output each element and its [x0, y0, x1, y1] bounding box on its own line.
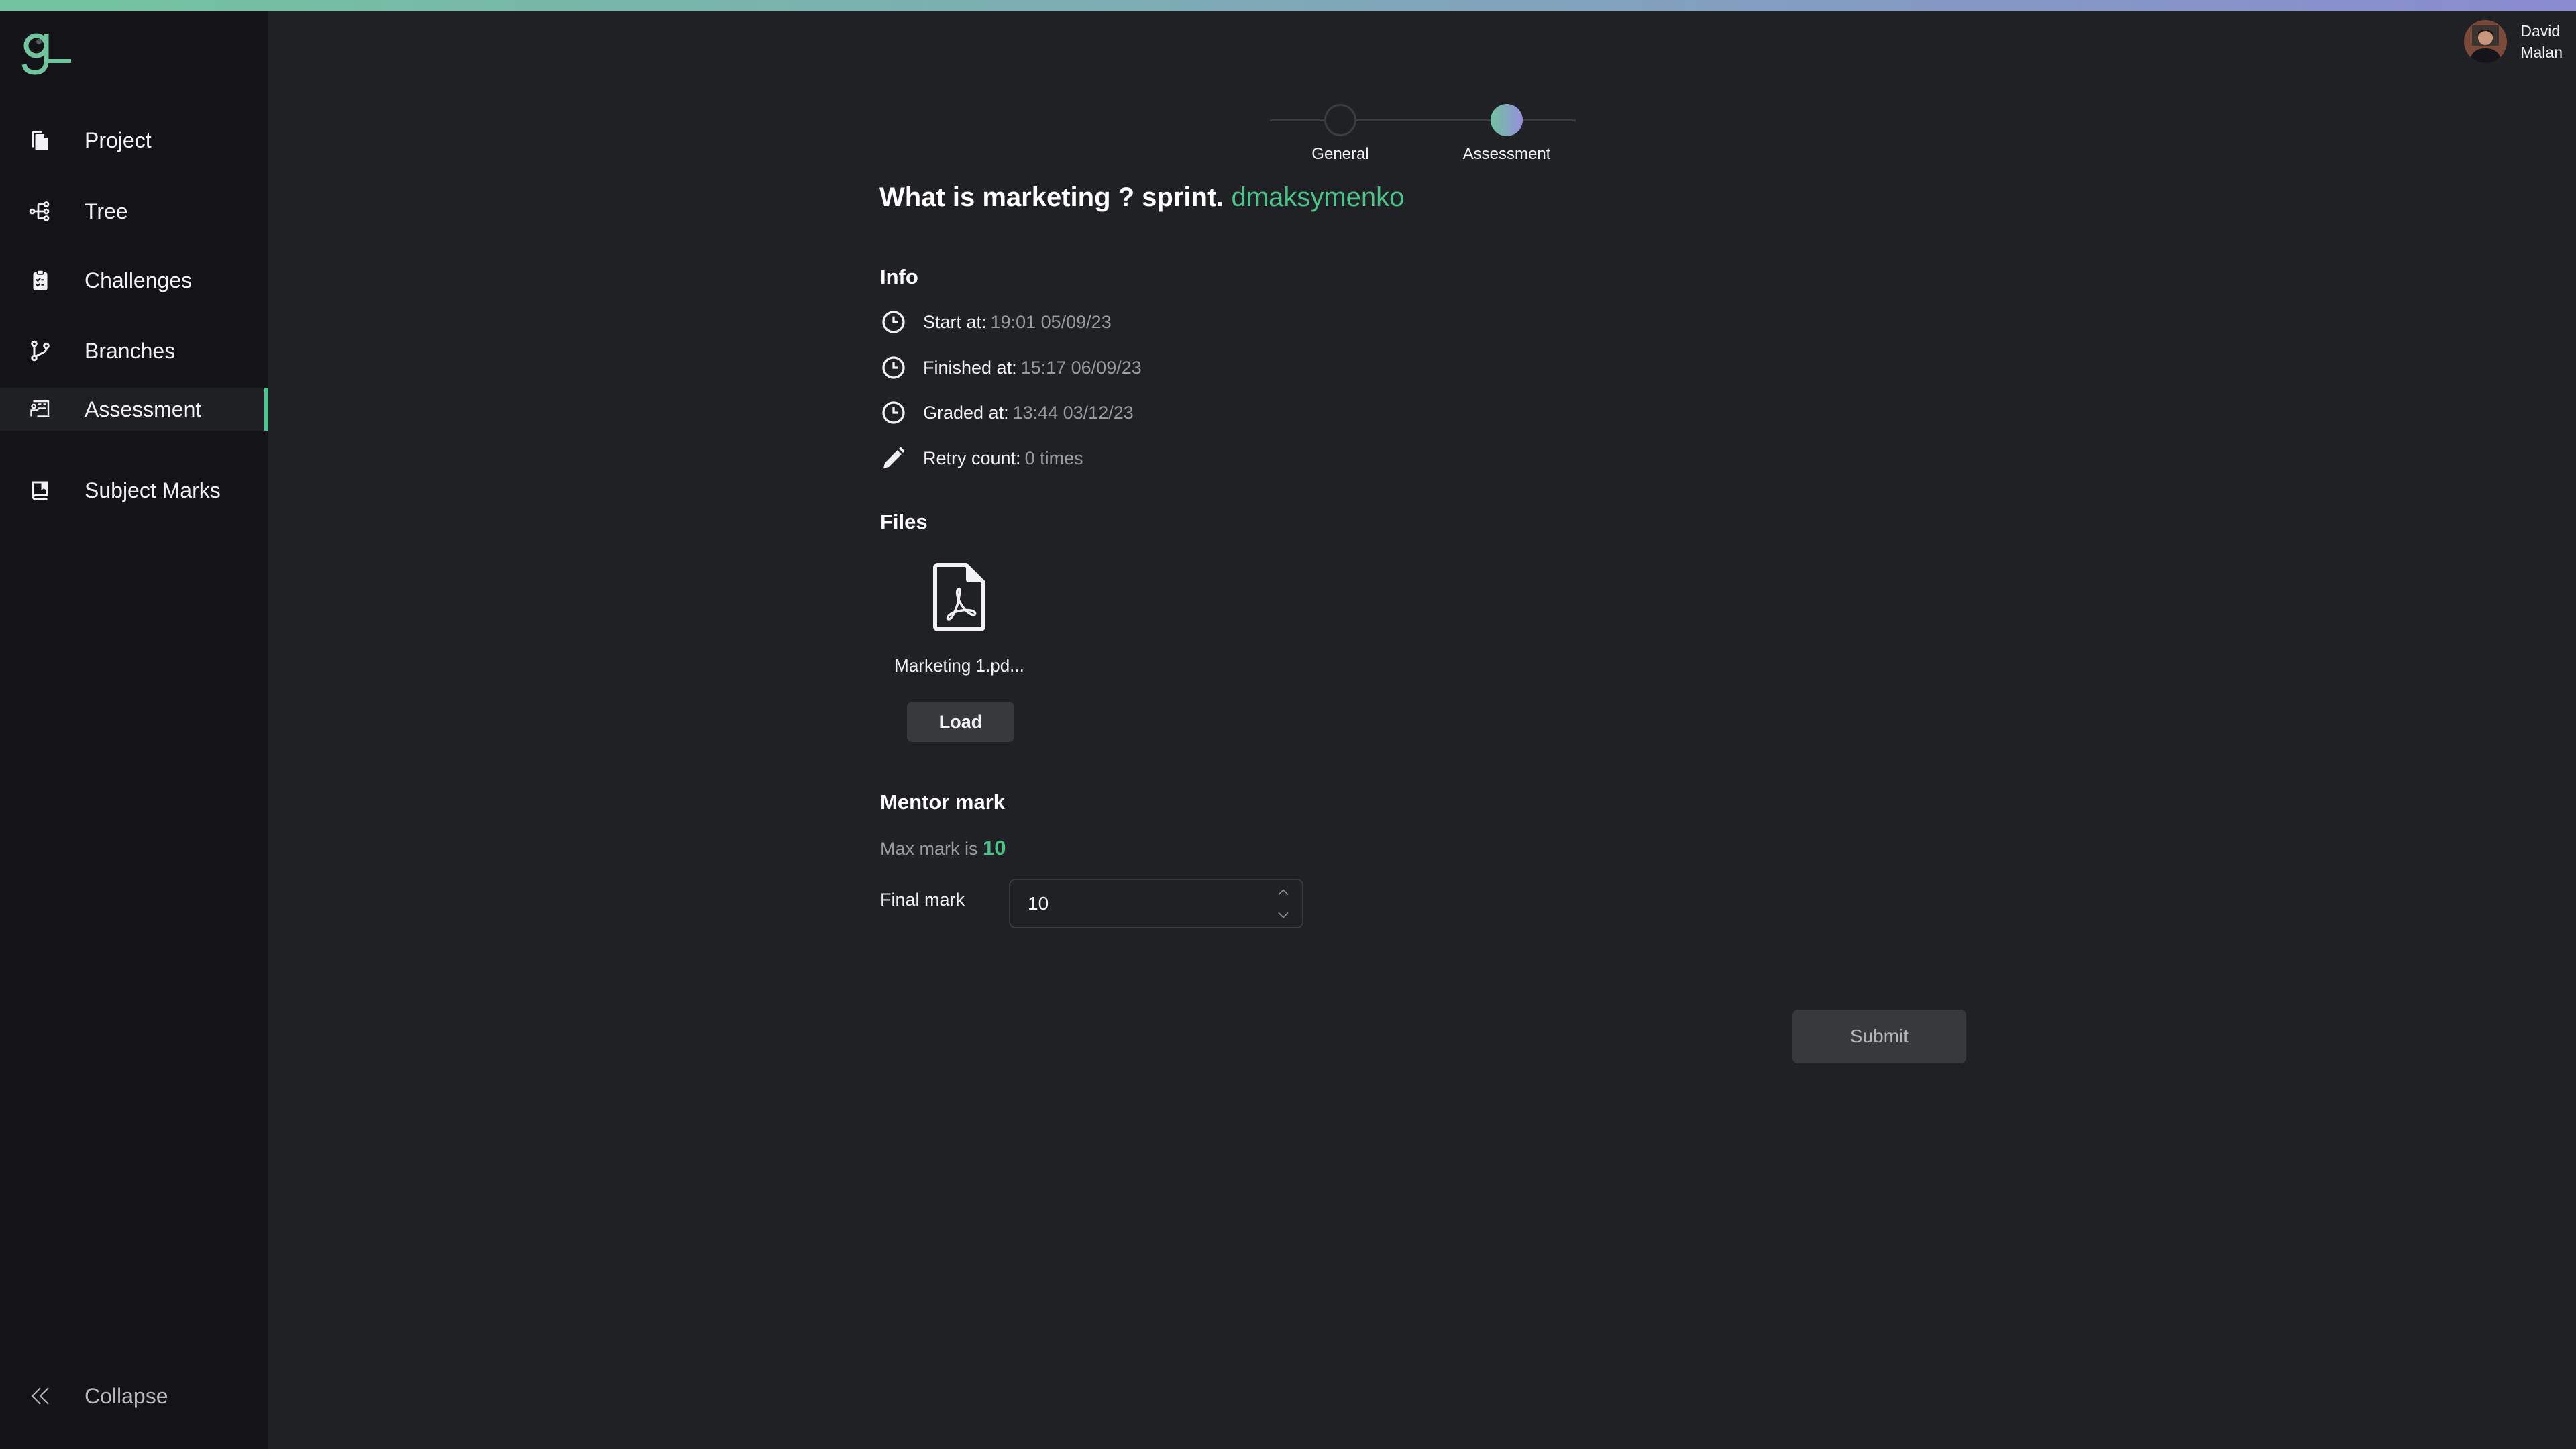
pencil-icon	[880, 445, 907, 472]
load-file-button[interactable]: Load	[907, 702, 1014, 742]
sidebar-item-subject-marks[interactable]: Subject Marks	[0, 469, 268, 512]
info-label: Graded at:	[923, 402, 1009, 423]
task-title: What is marketing ? sprint.	[879, 182, 1224, 212]
clock-icon	[880, 354, 907, 381]
final-mark-stepper[interactable]	[1009, 879, 1303, 928]
sidebar-item-label: Tree	[85, 199, 128, 223]
info-label: Finished at:	[923, 357, 1017, 378]
final-mark-label: Final mark	[880, 890, 965, 910]
info-row-retry: Retry count: 0 times	[880, 443, 1083, 473]
info-row-graded: Graded at: 13:44 03/12/23	[880, 398, 1134, 427]
mentor-mark-heading: Mentor mark	[880, 790, 1006, 814]
page-title: What is marketing ? sprint. dmaksymenko	[879, 182, 1404, 213]
step-assessment-circle[interactable]	[1491, 104, 1523, 136]
step-general-label: General	[1311, 145, 1369, 163]
info-heading: Info	[880, 265, 918, 288]
presentation-icon	[27, 396, 54, 423]
sidebar: Project Tree Challenges Branches Assessm…	[0, 11, 268, 1449]
double-chevron-left-icon	[27, 1383, 54, 1409]
collapse-label: Collapse	[85, 1383, 168, 1408]
g-logo-icon[interactable]	[20, 19, 74, 79]
git-branch-icon	[27, 337, 54, 364]
sidebar-item-tree[interactable]: Tree	[0, 190, 268, 233]
collapse-button[interactable]: Collapse	[0, 1375, 268, 1417]
user-menu[interactable]: David Malan	[2464, 20, 2563, 63]
stepper-track	[1270, 119, 1576, 121]
max-mark-value: 10	[983, 836, 1006, 859]
clipboard-checklist-icon	[27, 267, 54, 294]
info-value: 13:44 03/12/23	[1012, 402, 1134, 423]
sidebar-item-project[interactable]: Project	[0, 119, 268, 162]
clock-icon	[880, 399, 907, 426]
info-value: 0 times	[1024, 447, 1083, 468]
student-username[interactable]: dmaksymenko	[1232, 182, 1405, 212]
avatar[interactable]	[2464, 20, 2508, 63]
increment-chevron-up-icon[interactable]	[1275, 887, 1291, 898]
file-card[interactable]	[885, 562, 1033, 632]
user-name: David Malan	[2520, 20, 2563, 63]
sidebar-item-label: Project	[85, 127, 152, 152]
sidebar-item-assessment[interactable]: Assessment	[0, 388, 268, 431]
info-row-start: Start at: 19:01 05/09/23	[880, 307, 1112, 337]
step-general-circle[interactable]	[1324, 104, 1356, 136]
sidebar-item-label: Challenges	[85, 268, 193, 292]
max-mark-prefix: Max mark is	[880, 839, 978, 859]
sidebar-item-label: Subject Marks	[85, 478, 221, 502]
user-first-name: David	[2520, 22, 2561, 40]
info-label: Start at:	[923, 311, 987, 332]
user-last-name: Malan	[2520, 44, 2563, 61]
sidebar-item-label: Branches	[85, 338, 176, 363]
book-icon	[27, 477, 54, 504]
sidebar-item-branches[interactable]: Branches	[0, 329, 268, 372]
submit-button[interactable]: Submit	[1792, 1010, 1966, 1063]
max-mark-text: Max mark is 10	[880, 836, 1006, 860]
file-name: Marketing 1.pd...	[894, 655, 1024, 676]
tree-icon	[27, 198, 54, 225]
clock-icon	[880, 309, 907, 335]
decrement-chevron-down-icon[interactable]	[1275, 910, 1291, 920]
info-value: 15:17 06/09/23	[1020, 357, 1142, 378]
pdf-file-icon	[933, 563, 985, 631]
sidebar-item-challenges[interactable]: Challenges	[0, 259, 268, 302]
files-heading: Files	[880, 510, 928, 533]
info-label: Retry count:	[923, 447, 1021, 468]
top-gradient-bar	[0, 0, 2576, 11]
final-mark-input[interactable]	[1010, 880, 1265, 927]
files-icon	[27, 127, 54, 154]
info-value: 19:01 05/09/23	[990, 311, 1112, 332]
sidebar-item-label: Assessment	[85, 396, 202, 421]
info-row-finished: Finished at: 15:17 06/09/23	[880, 353, 1142, 382]
step-assessment-label: Assessment	[1462, 145, 1551, 163]
